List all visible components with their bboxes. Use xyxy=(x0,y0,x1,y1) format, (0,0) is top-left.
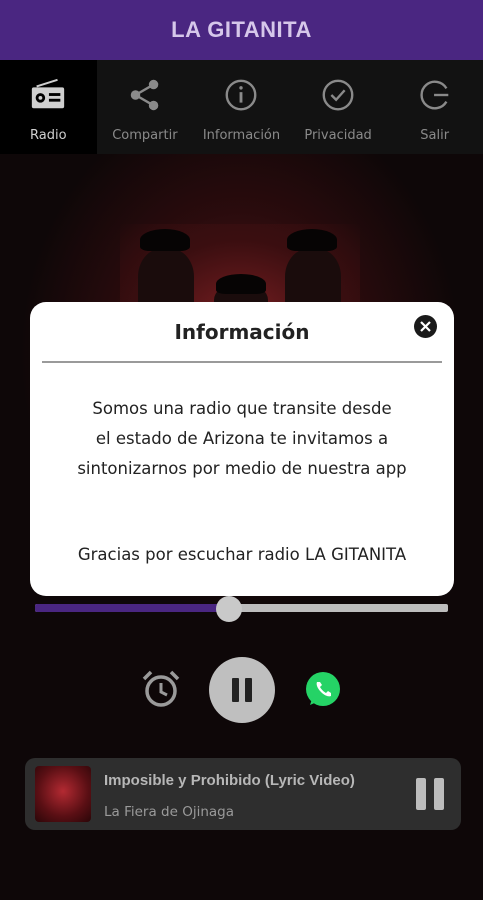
check-circle-icon xyxy=(322,79,354,111)
dialog-body-line: sintonizarnos por medio de nuestra app xyxy=(77,459,407,478)
app-title-bar: LA GITANITA xyxy=(0,0,483,60)
dialog-title: Información xyxy=(174,320,310,344)
pause-icon xyxy=(232,678,252,702)
artwork-hat-right xyxy=(287,229,337,251)
pause-icon xyxy=(416,778,444,810)
info-icon xyxy=(226,79,257,111)
now-playing-bar[interactable]: Imposible y Prohibido (Lyric Video) La F… xyxy=(25,758,461,830)
whatsapp-button[interactable] xyxy=(303,670,343,710)
app-title: LA GITANITA xyxy=(171,17,312,42)
artwork-hat-left xyxy=(140,229,190,251)
tab-informacion[interactable]: Información xyxy=(193,60,290,154)
dialog-body-line: Somos una radio que transite desde xyxy=(92,399,392,418)
play-pause-button[interactable] xyxy=(209,657,275,723)
tab-compartir-label: Compartir xyxy=(112,128,178,143)
tab-salir-label: Salir xyxy=(420,128,450,143)
close-button[interactable] xyxy=(414,315,437,338)
dialog-divider xyxy=(42,361,442,363)
tab-privacidad-label: Privacidad xyxy=(304,128,372,143)
tab-compartir[interactable]: Compartir xyxy=(97,60,194,154)
radio-icon xyxy=(32,78,65,109)
close-icon xyxy=(420,321,431,332)
tab-radio[interactable]: Radio xyxy=(0,60,97,154)
now-playing-title: Imposible y Prohibido (Lyric Video) xyxy=(104,772,355,789)
now-playing-artist: La Fiera de Ojinaga xyxy=(104,804,235,820)
whatsapp-icon xyxy=(306,672,340,706)
dialog-thanks: Gracias por escuchar radio LA GITANITA xyxy=(77,545,407,564)
mini-pause-button[interactable] xyxy=(413,776,447,812)
exit-icon xyxy=(420,80,448,110)
alarm-clock-icon xyxy=(142,670,180,707)
tab-radio-label: Radio xyxy=(30,128,67,143)
progress-slider-thumb[interactable] xyxy=(216,596,243,622)
alarm-button[interactable] xyxy=(139,667,183,711)
dialog-body: Somos una radio que transite desde el es… xyxy=(50,394,434,484)
tab-salir[interactable]: Salir xyxy=(386,60,483,154)
progress-fill xyxy=(35,604,230,612)
now-playing-cover xyxy=(35,766,91,822)
dialog-body-line: el estado de Arizona te invitamos a xyxy=(95,429,389,448)
artwork-hat-center xyxy=(216,274,266,294)
share-icon xyxy=(130,79,159,111)
tab-privacidad[interactable]: Privacidad xyxy=(290,60,387,154)
top-nav-tabs: Radio Compartir Información Privacidad S… xyxy=(0,60,483,154)
info-dialog: Información Somos una radio que transite… xyxy=(30,302,454,596)
tab-informacion-label: Información xyxy=(202,128,281,143)
